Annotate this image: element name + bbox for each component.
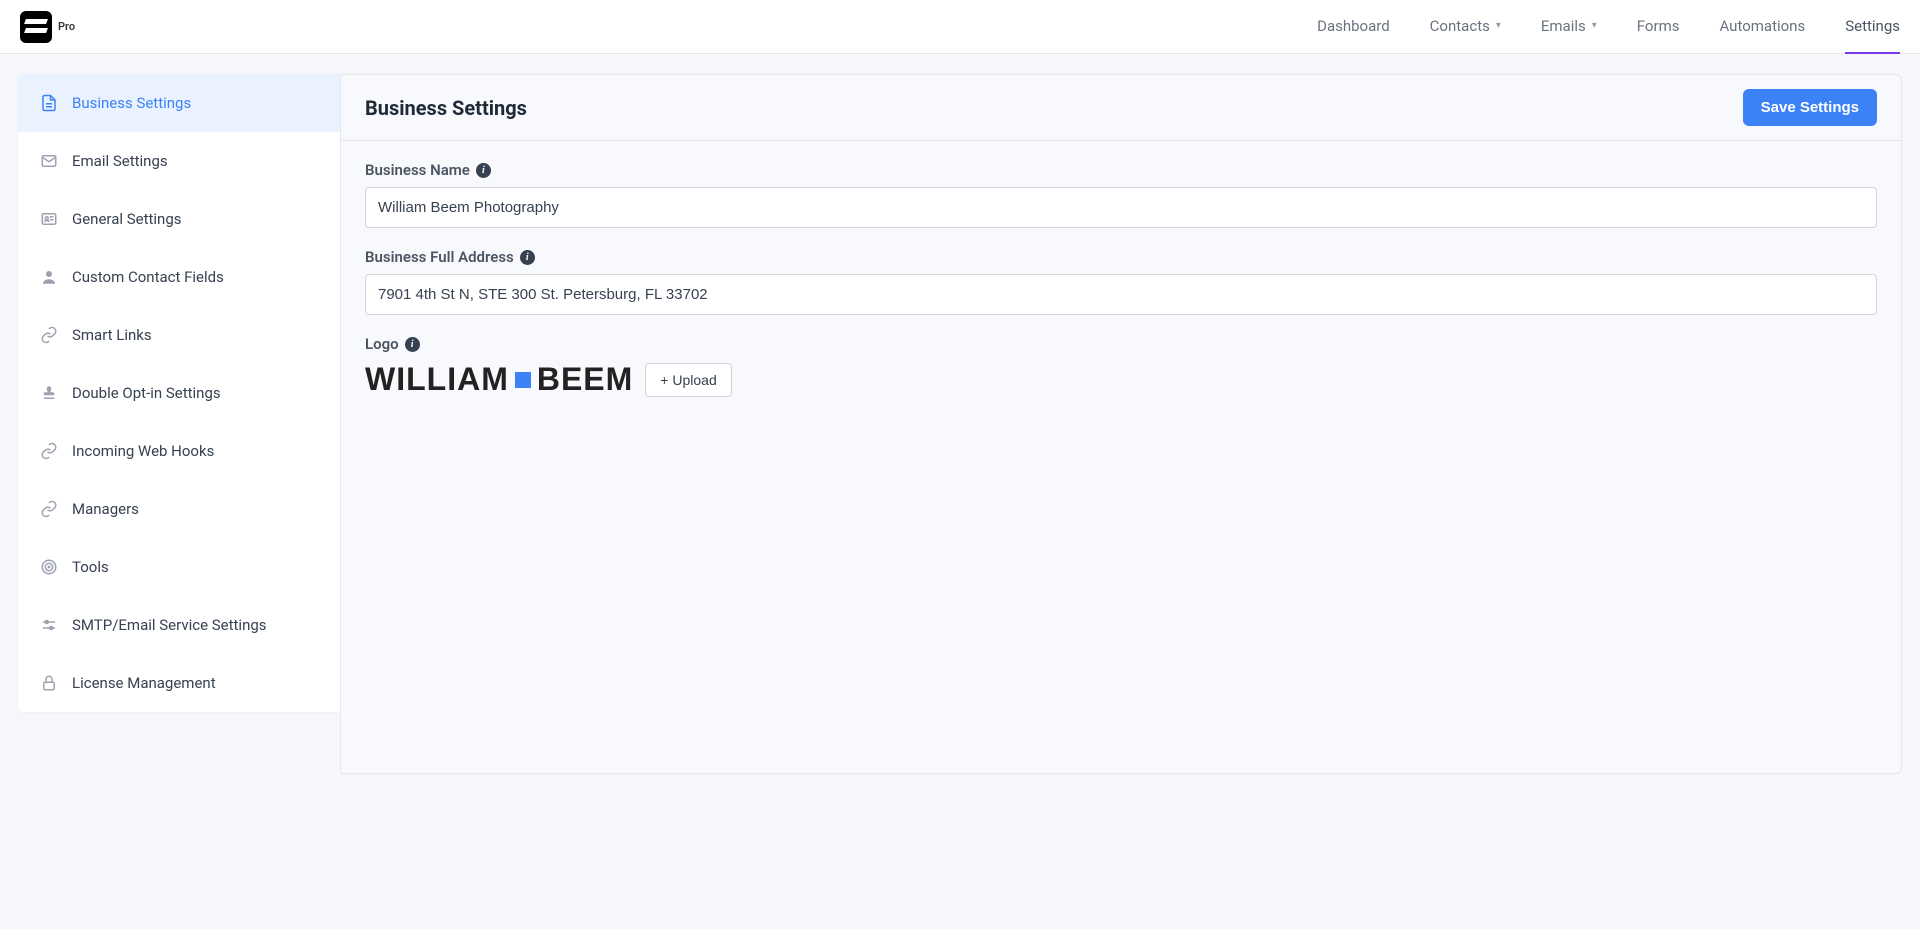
sidebar-item-smtp[interactable]: SMTP/Email Service Settings xyxy=(18,596,340,654)
link-icon xyxy=(40,500,58,518)
sidebar-item-custom-contact-fields[interactable]: Custom Contact Fields xyxy=(18,248,340,306)
sidebar-item-label: SMTP/Email Service Settings xyxy=(72,616,267,634)
chevron-down-icon: ▾ xyxy=(1592,20,1597,31)
sliders-icon xyxy=(40,616,58,634)
field-business-address: Business Full Address i xyxy=(365,248,1877,315)
sidebar-item-label: License Management xyxy=(72,674,216,692)
mail-icon xyxy=(40,152,58,170)
sidebar-item-tools[interactable]: Tools xyxy=(18,538,340,596)
field-label: Logo i xyxy=(365,335,1877,353)
nav-automations[interactable]: Automations xyxy=(1719,0,1805,54)
business-address-input[interactable] xyxy=(365,274,1877,315)
main-nav: Dashboard Contacts▾ Emails▾ Forms Automa… xyxy=(1317,0,1900,54)
info-icon[interactable]: i xyxy=(476,163,491,178)
sidebar-item-general-settings[interactable]: General Settings xyxy=(18,190,340,248)
id-card-icon xyxy=(40,210,58,228)
upload-logo-button[interactable]: + Upload xyxy=(645,363,731,397)
sidebar-item-label: Managers xyxy=(72,500,139,518)
stamp-icon xyxy=(40,384,58,402)
document-icon xyxy=(40,94,58,112)
field-label: Business Full Address i xyxy=(365,248,1877,266)
nav-contacts[interactable]: Contacts▾ xyxy=(1430,0,1501,54)
content-header: Business Settings Save Settings xyxy=(341,75,1901,141)
logo-square-icon xyxy=(515,372,531,388)
sidebar-item-label: Smart Links xyxy=(72,326,152,344)
sidebar-item-smart-links[interactable]: Smart Links xyxy=(18,306,340,364)
sidebar-item-label: Incoming Web Hooks xyxy=(72,442,214,460)
sidebar-item-email-settings[interactable]: Email Settings xyxy=(18,132,340,190)
sidebar-item-license[interactable]: License Management xyxy=(18,654,340,712)
sidebar-item-label: Email Settings xyxy=(72,152,168,170)
save-settings-button[interactable]: Save Settings xyxy=(1743,89,1877,126)
app-logo-icon xyxy=(20,11,52,43)
nav-forms[interactable]: Forms xyxy=(1637,0,1680,54)
lock-icon xyxy=(40,674,58,692)
nav-settings[interactable]: Settings xyxy=(1845,0,1900,54)
info-icon[interactable]: i xyxy=(520,250,535,265)
logo-row: WILLIAM BEEM + Upload xyxy=(365,361,1877,398)
field-business-name: Business Name i xyxy=(365,161,1877,228)
sidebar-item-double-optin[interactable]: Double Opt-in Settings xyxy=(18,364,340,422)
sidebar-item-label: Tools xyxy=(72,558,109,576)
sidebar-item-label: Business Settings xyxy=(72,94,191,112)
link-icon xyxy=(40,326,58,344)
info-icon[interactable]: i xyxy=(405,337,420,352)
link-icon xyxy=(40,442,58,460)
page-title: Business Settings xyxy=(365,96,527,120)
sidebar-item-managers[interactable]: Managers xyxy=(18,480,340,538)
business-name-input[interactable] xyxy=(365,187,1877,228)
settings-sidebar: Business Settings Email Settings General… xyxy=(18,74,340,712)
sidebar-item-label: Double Opt-in Settings xyxy=(72,384,221,402)
sidebar-item-label: Custom Contact Fields xyxy=(72,268,224,286)
field-logo: Logo i WILLIAM BEEM + Upload xyxy=(365,335,1877,398)
target-icon xyxy=(40,558,58,576)
nav-emails[interactable]: Emails▾ xyxy=(1541,0,1597,54)
sidebar-item-business-settings[interactable]: Business Settings xyxy=(18,74,340,132)
form-area: Business Name i Business Full Address i … xyxy=(341,141,1901,438)
brand-badge: Pro xyxy=(58,20,75,33)
user-icon xyxy=(40,268,58,286)
field-label: Business Name i xyxy=(365,161,1877,179)
chevron-down-icon: ▾ xyxy=(1496,20,1501,31)
sidebar-item-label: General Settings xyxy=(72,210,182,228)
top-navbar: Pro Dashboard Contacts▾ Emails▾ Forms Au… xyxy=(0,0,1920,54)
main-layout: Business Settings Email Settings General… xyxy=(0,54,1920,794)
sidebar-item-webhooks[interactable]: Incoming Web Hooks xyxy=(18,422,340,480)
content-panel: Business Settings Save Settings Business… xyxy=(340,74,1902,774)
logo-preview-image: WILLIAM BEEM xyxy=(365,361,633,398)
nav-dashboard[interactable]: Dashboard xyxy=(1317,0,1390,54)
brand: Pro xyxy=(20,11,75,43)
